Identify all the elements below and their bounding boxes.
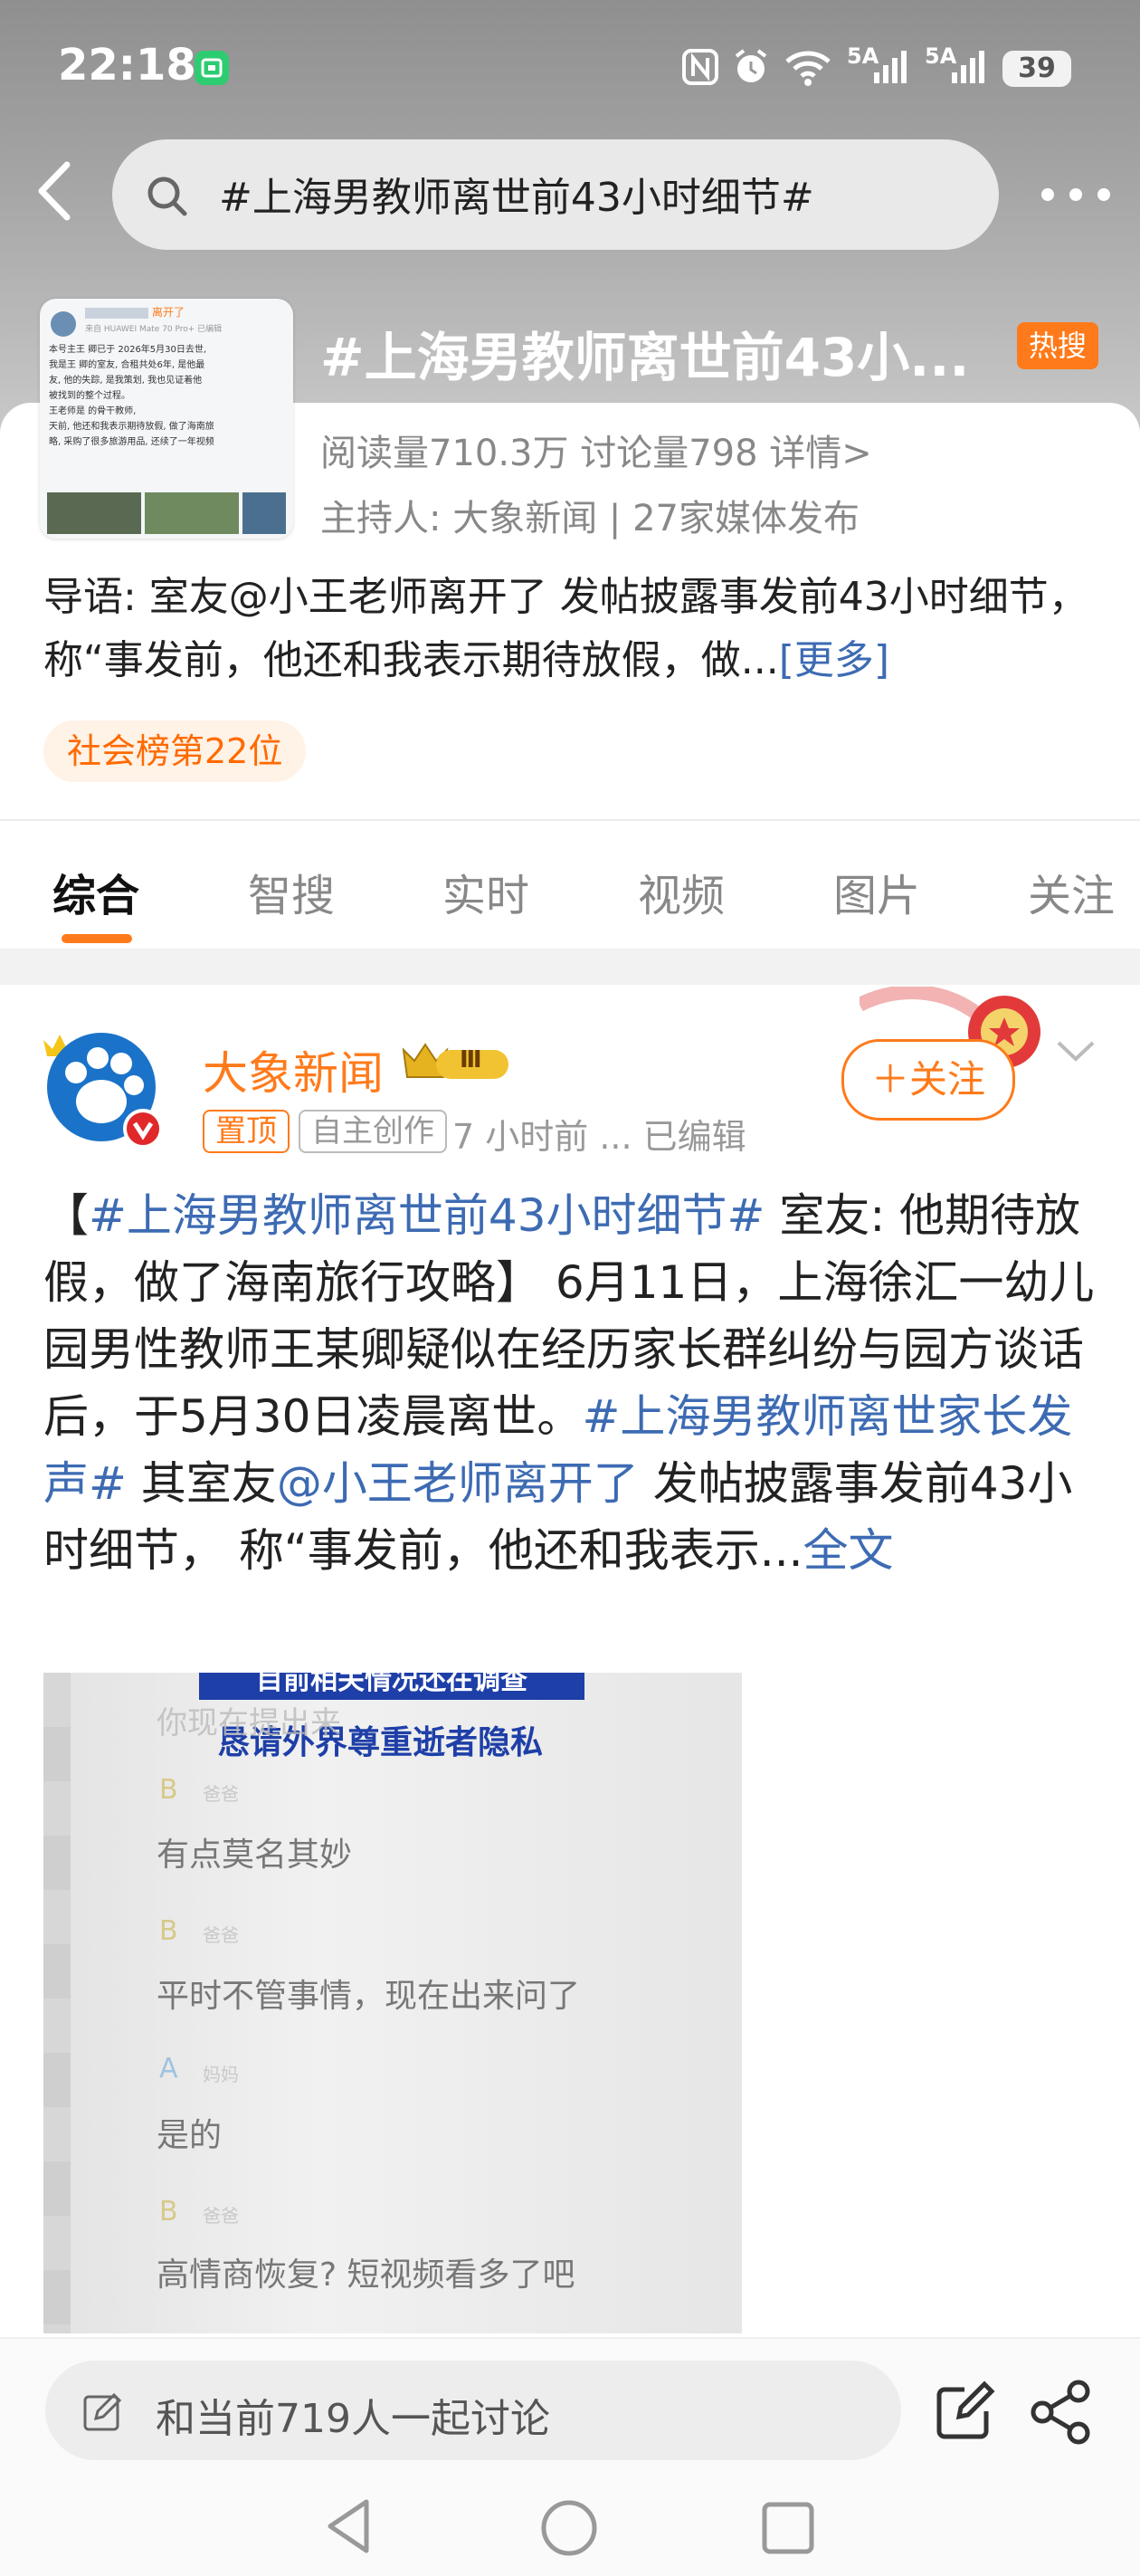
- crown-icon: [402, 1043, 508, 1079]
- video-banner-1: 目前相关情况还在调查: [199, 1673, 584, 1700]
- status-bar: 22:18 5A 5A 39: [0, 0, 1140, 136]
- thumb-line: 我是王 卿的室友, 合租共处6年, 是他最: [49, 360, 205, 370]
- chat-sender: A: [159, 2053, 178, 2085]
- chat-name: 爸爸: [203, 1783, 239, 1805]
- author-name[interactable]: 大象新闻: [203, 1037, 384, 1102]
- section-gap: [0, 949, 1140, 985]
- nav-home-icon[interactable]: [539, 2498, 599, 2558]
- chat-name: 爸爸: [203, 2205, 239, 2227]
- pinned-tag: 置顶: [203, 1110, 290, 1153]
- follow-button[interactable]: ＋关注: [841, 1039, 1015, 1121]
- rank-badge[interactable]: 社会榜第22位: [43, 720, 307, 782]
- lead-more-link[interactable]: [更多]: [779, 637, 889, 683]
- post-media[interactable]: 目前相关情况还在调查 恳请外界尊重逝者隐私 你现在提出来 B 爸爸 有点莫名其妙…: [43, 1673, 742, 2333]
- app-notification-icon: [195, 51, 229, 85]
- hashtag-link[interactable]: #上海男教师离世前43小时细节#: [89, 1189, 765, 1242]
- tab-indicator: [62, 934, 132, 943]
- chat-message: 是的: [157, 2117, 223, 2154]
- battery-indicator: 39: [1002, 51, 1071, 87]
- tab-video[interactable]: 视频: [638, 860, 725, 923]
- topic-host: 主持人: 大象新闻 | 27家媒体发布: [320, 498, 860, 539]
- topic-title: #上海男教师离世前43小...: [320, 327, 970, 388]
- mention-link[interactable]: @小王老师离开了: [277, 1457, 639, 1510]
- thumb-line: 本号主王 卿已于 2026年5月30日去世,: [49, 345, 207, 355]
- chat-sender: B: [159, 1915, 178, 1947]
- hot-badge: 热搜: [1017, 322, 1098, 369]
- thumb-photo-3: [242, 492, 286, 534]
- thumb-line: 王老师是 的骨干教师,: [49, 406, 137, 416]
- more-icon[interactable]: [1035, 181, 1116, 208]
- chat-name: 爸爸: [203, 1924, 239, 1946]
- status-time: 22:18: [58, 40, 196, 91]
- chat-name: 妈妈: [203, 2064, 239, 2085]
- thumb-line: 天前, 他还和我表示期待放假, 做了海南旅: [49, 422, 214, 432]
- wifi-icon: [785, 51, 831, 86]
- tab-smart-search[interactable]: 智搜: [248, 860, 335, 923]
- follow-label: 关注: [909, 1057, 986, 1102]
- topic-lead: 导语: 室友@小王老师离开了 发帖披露事发前43小时细节， 称“事发前，他还和我…: [43, 566, 1111, 692]
- chat-message: 平时不管事情，现在出来问了: [157, 1978, 581, 2015]
- tab-comprehensive[interactable]: 综合: [52, 860, 139, 923]
- tab-following[interactable]: 关注: [1028, 860, 1115, 923]
- signal-icon-2: [952, 51, 984, 83]
- alarm-icon: [735, 49, 767, 82]
- chat-message: 有点莫名其妙: [157, 1837, 353, 1874]
- divider: [0, 819, 1140, 821]
- tab-images[interactable]: 图片: [833, 860, 920, 923]
- thumb-avatar: [51, 311, 76, 337]
- topic-stats[interactable]: 阅读量710.3万 讨论量798 详情>: [320, 424, 872, 476]
- author-avatar[interactable]: [43, 1027, 165, 1149]
- search-query: #上海男教师离世前43小时细节#: [219, 175, 814, 221]
- share-icon[interactable]: [1028, 2379, 1095, 2446]
- chevron-down-icon[interactable]: [1053, 1037, 1098, 1064]
- thumb-line: 略, 采购了很多旅游用品, 还续了一年视频: [49, 437, 214, 447]
- topic-thumbnail[interactable]: 离开了 来自 HUAWEI Mate 70 Pro+ 已编辑 本号主王 卿已于 …: [40, 299, 293, 539]
- vip-level: Ⅲ: [460, 1046, 482, 1073]
- discussion-placeholder: 和当前719人一起讨论: [156, 2396, 550, 2442]
- chat-message: 高情商恢复? 短视频看多了吧: [157, 2256, 575, 2294]
- edit-icon: [83, 2392, 122, 2431]
- media-blur-edge: [43, 1673, 71, 2333]
- search-input[interactable]: #上海男教师离世前43小时细节#: [112, 139, 999, 250]
- full-text-link[interactable]: 全文: [803, 1524, 893, 1577]
- nav-recents-icon[interactable]: [760, 2500, 816, 2556]
- thumb-photo-1: [47, 492, 141, 534]
- vip-badge: Ⅲ: [398, 1037, 516, 1086]
- thumb-photo-2: [145, 492, 239, 534]
- nfc-icon: [682, 49, 718, 85]
- compose-icon[interactable]: [932, 2380, 995, 2444]
- thumb-device: 来自 HUAWEI Mate 70 Pro+ 已编辑: [85, 325, 223, 334]
- back-icon[interactable]: [33, 159, 76, 223]
- chat-sender: B: [159, 2196, 178, 2228]
- post-body: 【#上海男教师离世前43小时细节# 室友: 他期待放假，做了海南旅行攻略】 6月…: [43, 1182, 1102, 1584]
- thumb-line: 友, 他的失踪, 是我策划, 我也见证着他: [49, 376, 203, 386]
- original-tag: 自主创作: [299, 1110, 447, 1153]
- chat-message: 你现在提出来: [157, 1705, 341, 1741]
- signal-icon: [874, 51, 907, 83]
- lead-text: 导语: 室友@小王老师离开了 发帖披露事发前43小时细节， 称“事发前，他还和我…: [43, 574, 1088, 683]
- search-icon: [147, 177, 187, 216]
- post-meta: 7 小时前 ... 已编辑: [452, 1117, 746, 1157]
- chat-sender: B: [159, 1774, 178, 1806]
- thumb-line: 被找到的整个过程。: [49, 391, 130, 401]
- body-text: 【: [43, 1189, 89, 1242]
- thumb-blur: [85, 308, 148, 319]
- discussion-input[interactable]: 和当前719人一起讨论: [45, 2361, 901, 2460]
- body-text: 其室友: [126, 1457, 277, 1510]
- thumb-author: 离开了: [152, 306, 185, 319]
- tab-realtime[interactable]: 实时: [442, 860, 529, 923]
- nav-back-icon[interactable]: [321, 2496, 375, 2556]
